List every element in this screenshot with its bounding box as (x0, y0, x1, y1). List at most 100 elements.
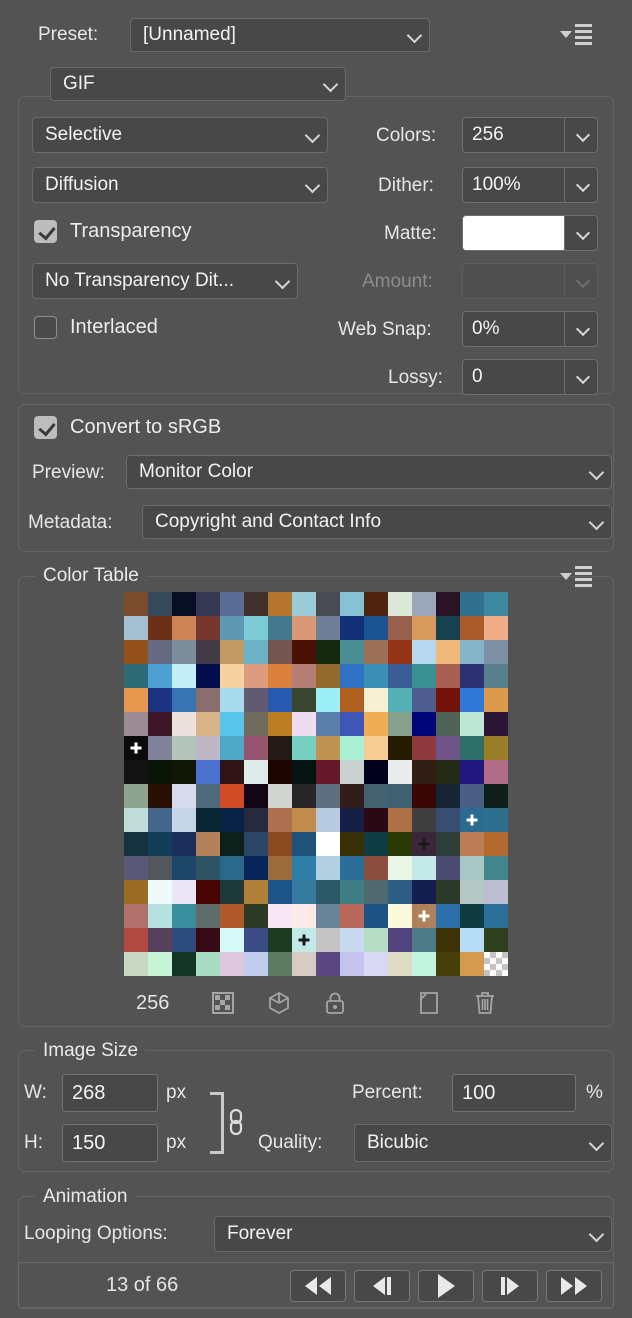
color-swatch[interactable] (124, 904, 148, 928)
color-swatch[interactable] (388, 616, 412, 640)
color-swatch[interactable] (388, 952, 412, 976)
color-swatch[interactable] (364, 760, 388, 784)
color-swatch[interactable] (388, 640, 412, 664)
color-swatch[interactable] (460, 808, 484, 832)
transparency-dither-select[interactable]: No Transparency Dit... (32, 263, 298, 299)
color-swatch[interactable] (364, 616, 388, 640)
color-swatch[interactable] (460, 760, 484, 784)
color-swatch[interactable] (292, 688, 316, 712)
color-reduction-algorithm-select[interactable]: Selective (32, 117, 328, 153)
color-swatch[interactable] (124, 688, 148, 712)
color-swatch[interactable] (436, 832, 460, 856)
color-swatch[interactable] (292, 880, 316, 904)
color-swatch[interactable] (268, 904, 292, 928)
color-swatch[interactable] (340, 928, 364, 952)
color-swatch[interactable] (220, 880, 244, 904)
matte-combo[interactable] (462, 215, 598, 251)
color-swatch[interactable] (364, 928, 388, 952)
color-swatch[interactable] (124, 712, 148, 736)
color-swatch[interactable] (340, 760, 364, 784)
color-swatch[interactable] (268, 760, 292, 784)
color-swatch[interactable] (196, 616, 220, 640)
color-swatch[interactable] (220, 832, 244, 856)
color-swatch[interactable] (340, 808, 364, 832)
color-swatch[interactable] (484, 688, 508, 712)
color-swatch[interactable] (124, 592, 148, 616)
color-swatch[interactable] (124, 736, 148, 760)
color-swatch[interactable] (172, 856, 196, 880)
quality-select[interactable]: Bicubic (354, 1124, 612, 1162)
color-swatch[interactable] (268, 616, 292, 640)
color-swatch[interactable] (316, 880, 340, 904)
color-swatch[interactable] (436, 592, 460, 616)
color-swatch[interactable] (124, 784, 148, 808)
color-swatch[interactable] (316, 616, 340, 640)
color-swatch[interactable] (436, 904, 460, 928)
color-swatch[interactable] (388, 688, 412, 712)
color-swatch[interactable] (388, 760, 412, 784)
matte-color-swatch[interactable] (462, 215, 564, 251)
color-swatch[interactable] (220, 928, 244, 952)
color-swatch[interactable] (292, 952, 316, 976)
color-swatch[interactable] (412, 712, 436, 736)
color-swatch[interactable] (364, 880, 388, 904)
color-swatch[interactable] (412, 832, 436, 856)
transparency-checkbox[interactable] (34, 220, 57, 243)
color-swatch[interactable] (124, 640, 148, 664)
chain-link-icon[interactable] (226, 1108, 246, 1141)
color-swatch[interactable] (316, 832, 340, 856)
color-swatch[interactable] (148, 592, 172, 616)
color-swatch[interactable] (484, 880, 508, 904)
color-swatch[interactable] (196, 592, 220, 616)
color-swatch[interactable] (364, 640, 388, 664)
color-swatch[interactable] (148, 736, 172, 760)
color-swatch[interactable] (364, 664, 388, 688)
color-swatch[interactable] (196, 664, 220, 688)
color-swatch[interactable] (172, 928, 196, 952)
color-swatch[interactable] (244, 856, 268, 880)
color-swatch[interactable] (220, 712, 244, 736)
color-swatch[interactable] (412, 808, 436, 832)
color-swatch[interactable] (292, 664, 316, 688)
color-swatch[interactable] (220, 904, 244, 928)
web-snap-dropdown-button[interactable] (564, 311, 598, 347)
color-swatch[interactable] (484, 736, 508, 760)
color-swatch[interactable] (340, 688, 364, 712)
preset-panel-menu-icon[interactable] (560, 24, 592, 45)
percent-input[interactable]: 100 (452, 1074, 576, 1112)
color-swatch[interactable] (484, 904, 508, 928)
color-swatch[interactable] (340, 904, 364, 928)
color-swatch[interactable] (364, 808, 388, 832)
color-swatch[interactable] (412, 856, 436, 880)
color-swatch[interactable] (292, 736, 316, 760)
color-swatch[interactable] (220, 664, 244, 688)
color-swatch[interactable] (244, 640, 268, 664)
color-swatch[interactable] (340, 784, 364, 808)
last-frame-button[interactable] (546, 1270, 602, 1302)
color-swatch[interactable] (220, 736, 244, 760)
color-swatch[interactable] (412, 760, 436, 784)
color-swatch[interactable] (364, 712, 388, 736)
color-swatch[interactable] (268, 880, 292, 904)
color-swatch[interactable] (244, 928, 268, 952)
color-swatch[interactable] (244, 880, 268, 904)
new-color-page-icon[interactable] (410, 988, 448, 1018)
transparency-checker-icon[interactable] (204, 988, 242, 1018)
color-swatch[interactable] (124, 664, 148, 688)
height-input[interactable]: 150 (62, 1124, 158, 1162)
dither-dropdown-button[interactable] (564, 167, 598, 203)
color-swatch[interactable] (412, 880, 436, 904)
color-swatch[interactable] (244, 736, 268, 760)
color-swatch[interactable] (268, 688, 292, 712)
color-swatch[interactable] (124, 760, 148, 784)
color-swatch[interactable] (124, 808, 148, 832)
color-swatch[interactable] (412, 952, 436, 976)
color-swatch[interactable] (244, 784, 268, 808)
file-format-select[interactable]: GIF (50, 67, 346, 101)
color-swatch[interactable] (148, 952, 172, 976)
color-swatch[interactable] (460, 880, 484, 904)
first-frame-button[interactable] (290, 1270, 346, 1302)
color-swatch[interactable] (316, 640, 340, 664)
color-swatch[interactable] (196, 712, 220, 736)
color-swatch[interactable] (292, 640, 316, 664)
